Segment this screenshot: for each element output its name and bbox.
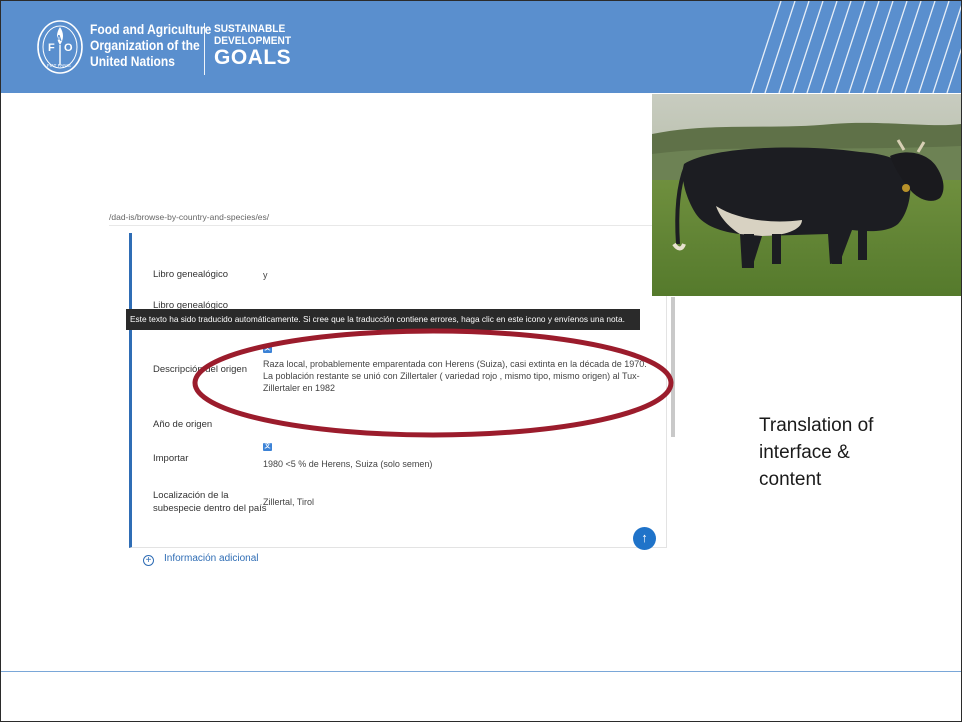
slide-caption: Translation of interface & content <box>759 412 873 493</box>
org-name-line: United Nations <box>90 53 175 69</box>
additional-info-link[interactable]: Información adicional <box>164 553 259 564</box>
header-divider <box>204 23 205 75</box>
url-text: /dad-is/browse-by-country-and-species/es… <box>109 212 270 222</box>
org-name-line: Organization of the <box>90 37 200 53</box>
org-name-line: Food and Agriculture <box>90 21 212 37</box>
field-label-location: Localización de la subespecie dentro del… <box>153 489 267 515</box>
caption-line: content <box>759 469 822 490</box>
svg-text:A: A <box>56 34 62 43</box>
caption-line: Translation of <box>759 415 874 436</box>
header-banner: F A O FIAT PANIS Food and Agriculture Or… <box>1 1 961 93</box>
translate-icon[interactable]: 文 <box>263 443 272 451</box>
scroll-to-top-button[interactable]: ↑ <box>633 527 656 550</box>
highlight-ellipse <box>192 328 674 438</box>
field-value-import: 1980 <5 % de Herens, Suiza (solo semen) <box>263 459 433 469</box>
svg-text:F: F <box>48 42 55 54</box>
url-divider <box>109 225 677 226</box>
footer-divider <box>1 671 961 672</box>
sdg-goals: GOALS <box>214 46 292 69</box>
decorative-stripes <box>750 1 961 93</box>
cow-photo <box>652 94 961 296</box>
sdg-logo: SUSTAINABLE DEVELOPMENT GOALS <box>214 23 298 69</box>
slide: F A O FIAT PANIS Food and Agriculture Or… <box>0 0 962 722</box>
field-label-import: Importar <box>153 453 189 464</box>
field-label-line: subespecie dentro del país <box>153 503 267 514</box>
sdg-line: SUSTAINABLE <box>214 23 286 35</box>
svg-text:FIAT PANIS: FIAT PANIS <box>47 63 71 68</box>
org-name: Food and Agriculture Organization of the… <box>90 21 231 69</box>
fao-logo-icon: F A O FIAT PANIS <box>37 20 83 74</box>
field-label-herdbook: Libro genealógico <box>153 269 229 280</box>
arrow-up-icon: ↑ <box>641 530 648 545</box>
caption-line: interface & <box>759 442 850 463</box>
sdg-line: DEVELOPMENT <box>214 35 292 47</box>
plus-circle-icon[interactable]: + <box>143 555 154 566</box>
field-label-line: Localización de la <box>153 490 229 501</box>
svg-text:O: O <box>64 42 73 54</box>
field-value-location: Zillertal, Tirol <box>263 497 315 507</box>
field-value-herdbook: y <box>263 270 268 280</box>
